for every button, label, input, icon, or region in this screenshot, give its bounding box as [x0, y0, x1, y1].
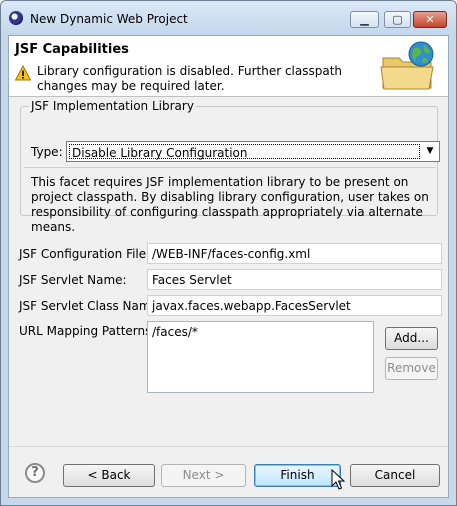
globe-folder-icon [380, 41, 434, 90]
window-title: New Dynamic Web Project [30, 12, 188, 26]
servlet-name-field[interactable]: Faces Servlet [147, 269, 442, 290]
eclipse-icon [9, 11, 23, 25]
library-section: Type: Disable Library Configuration ▼ Th… [24, 115, 440, 234]
warning-icon [15, 65, 31, 81]
warning-message: Library configuration is disabled. Furth… [37, 64, 343, 93]
maximize-button[interactable]: ▢ [384, 11, 411, 28]
jsf-implementation-library-group: JSF Implementation Library Type: Disable… [20, 99, 440, 234]
finish-button[interactable]: Finish [254, 464, 341, 487]
servlet-class-field[interactable]: javax.faces.webapp.FacesServlet [147, 295, 442, 316]
type-dropdown-value: Disable Library Configuration [72, 146, 248, 160]
remove-button[interactable]: Remove [385, 357, 438, 380]
dialog-window: New Dynamic Web Project ▁ ▢ ✕ JSF Capabi… [0, 0, 457, 506]
page-title: JSF Capabilities [15, 42, 129, 57]
maximize-icon: ▢ [392, 13, 403, 26]
add-button[interactable]: Add... [385, 327, 438, 350]
next-button[interactable]: Next > [161, 464, 246, 487]
dialog-client-area: JSF Capabilities Library configuration i… [8, 35, 449, 498]
close-icon: ✕ [425, 13, 435, 26]
type-dropdown-selection: Disable Library Configuration [69, 144, 420, 160]
title-bar[interactable]: New Dynamic Web Project ▁ ▢ ✕ [1, 1, 456, 35]
config-file-field[interactable]: /WEB-INF/faces-config.xml [147, 243, 442, 264]
config-file-label: JSF Configuration File: [19, 247, 151, 261]
group-label: JSF Implementation Library [29, 99, 196, 113]
url-mapping-label: URL Mapping Patterns: [19, 324, 156, 338]
type-dropdown[interactable]: Disable Library Configuration ▼ [66, 141, 440, 162]
footer-divider [9, 446, 448, 447]
divider [24, 167, 436, 168]
mouse-pointer-icon [331, 469, 345, 490]
facet-description: This facet requires JSF implementation l… [31, 175, 429, 234]
close-button[interactable]: ✕ [413, 11, 447, 28]
minimize-icon: ▁ [360, 13, 369, 26]
wizard-header: JSF Capabilities Library configuration i… [9, 36, 448, 97]
list-item[interactable]: /faces/* [152, 325, 369, 339]
minimize-button[interactable]: ▁ [350, 11, 379, 28]
type-label: Type: [31, 145, 63, 159]
servlet-name-label: JSF Servlet Name: [19, 273, 127, 287]
back-button[interactable]: < Back [63, 464, 155, 487]
servlet-class-label: JSF Servlet Class Name: [19, 299, 162, 313]
cancel-button[interactable]: Cancel [350, 464, 440, 487]
help-icon[interactable]: ? [25, 463, 45, 483]
chevron-down-icon[interactable]: ▼ [422, 143, 438, 160]
url-mapping-list[interactable]: /faces/* [147, 321, 374, 393]
